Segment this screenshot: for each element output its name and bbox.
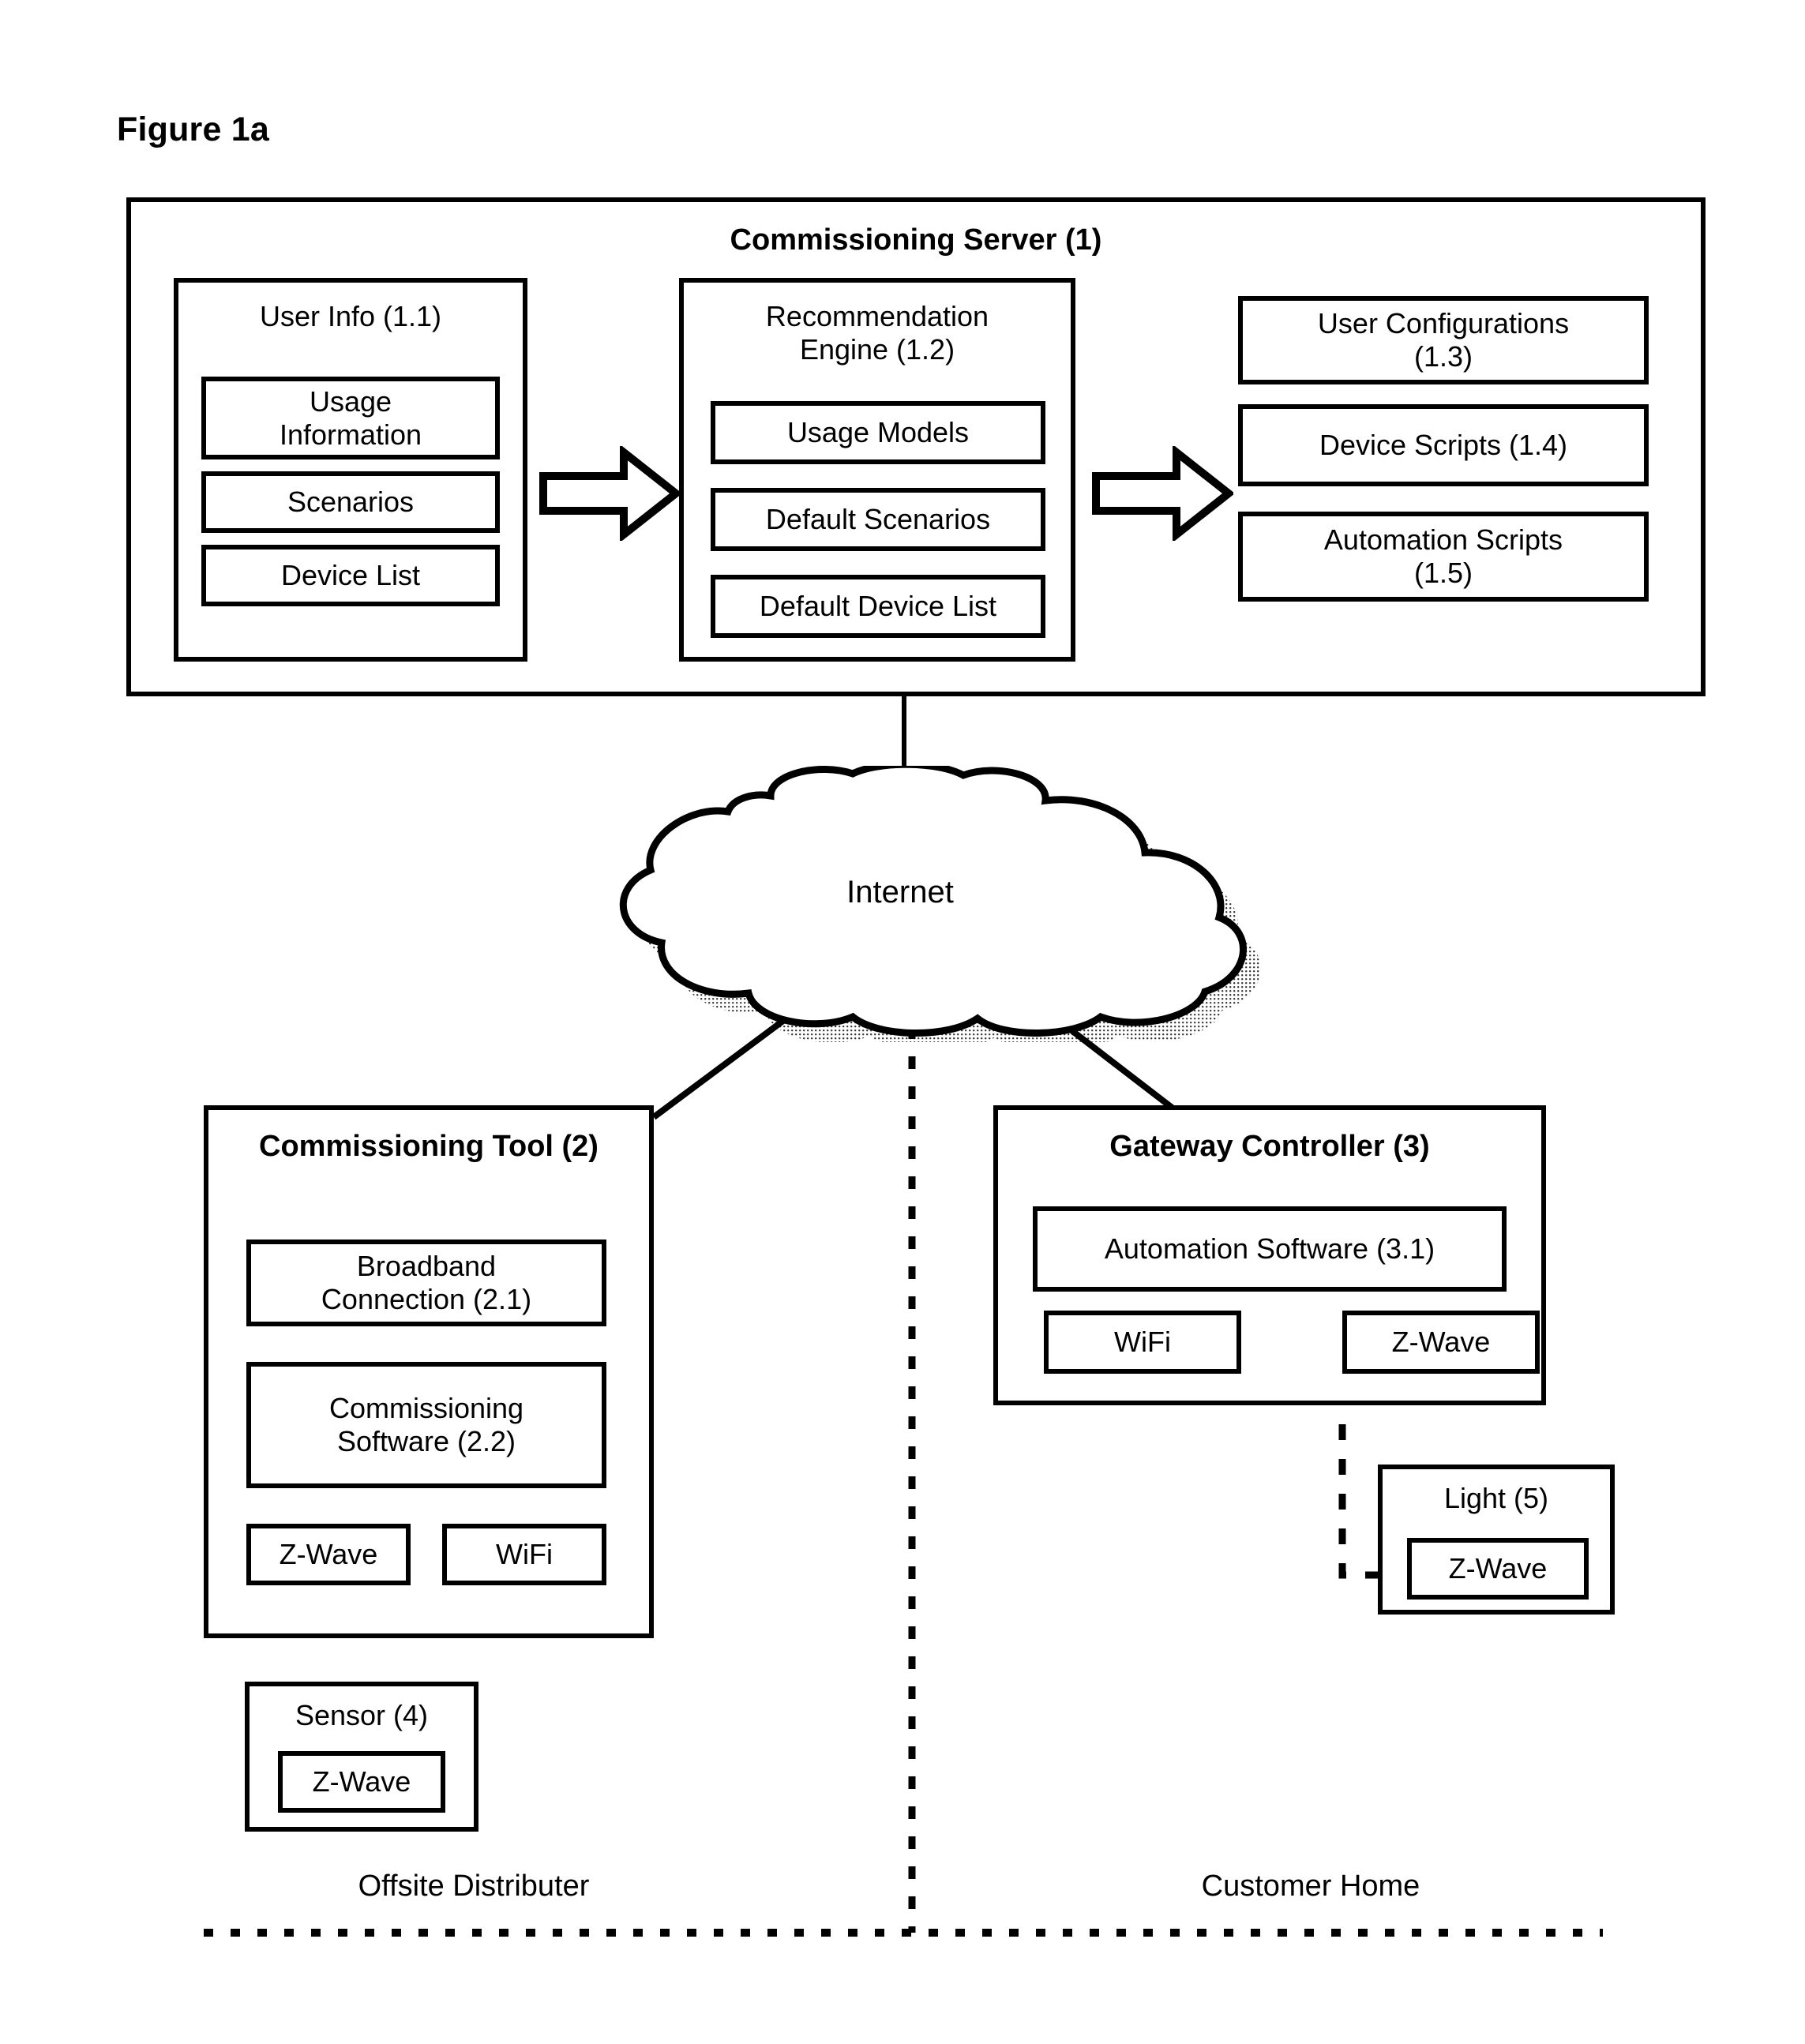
sensor-zwave-box: Z-Wave [278,1751,445,1813]
commissioning-tool-wifi-box: WiFi [442,1524,606,1585]
light-zwave-box: Z-Wave [1407,1538,1589,1600]
user-info-title: User Info (1.1) [259,300,442,332]
sensor-title: Sensor (4) [295,1699,429,1731]
arrow-engine-to-outputs [1091,446,1233,541]
default-device-list-box: Default Device List [711,575,1045,638]
commissioning-server-title: Commissioning Server (1) [730,223,1102,257]
automation-scripts-box: Automation Scripts (1.5) [1238,512,1649,602]
usage-information-box: Usage Information [201,377,500,459]
user-configurations-box: User Configurations (1.3) [1238,296,1649,384]
device-scripts-box: Device Scripts (1.4) [1238,404,1649,486]
gateway-wifi-box: WiFi [1044,1311,1241,1374]
broadband-connection-box: Broadband Connection (2.1) [246,1240,606,1326]
zone-label-offsite-distributer: Offsite Distributer [358,1870,590,1903]
figure-title: Figure 1a [117,111,269,148]
commissioning-tool-zwave-box: Z-Wave [246,1524,411,1585]
usage-models-box: Usage Models [711,401,1045,464]
figure-canvas: Figure 1a Commissioning Server (1) User … [0,0,1805,2044]
scenarios-box: Scenarios [201,471,500,533]
gateway-controller-title: Gateway Controller (3) [1109,1130,1430,1163]
arrow-user-info-to-engine [538,446,681,541]
internet-label: Internet [846,875,954,909]
light-title: Light (5) [1443,1482,1549,1514]
zone-label-customer-home: Customer Home [1201,1870,1420,1903]
default-scenarios-box: Default Scenarios [711,488,1045,551]
device-list-box: Device List [201,545,500,606]
gateway-zwave-box: Z-Wave [1342,1311,1540,1374]
recommendation-engine-title: Recommendation Engine (1.2) [765,300,989,366]
automation-software-box: Automation Software (3.1) [1033,1206,1507,1292]
commissioning-tool-title: Commissioning Tool (2) [259,1130,599,1163]
commissioning-software-box: Commissioning Software (2.2) [246,1362,606,1488]
